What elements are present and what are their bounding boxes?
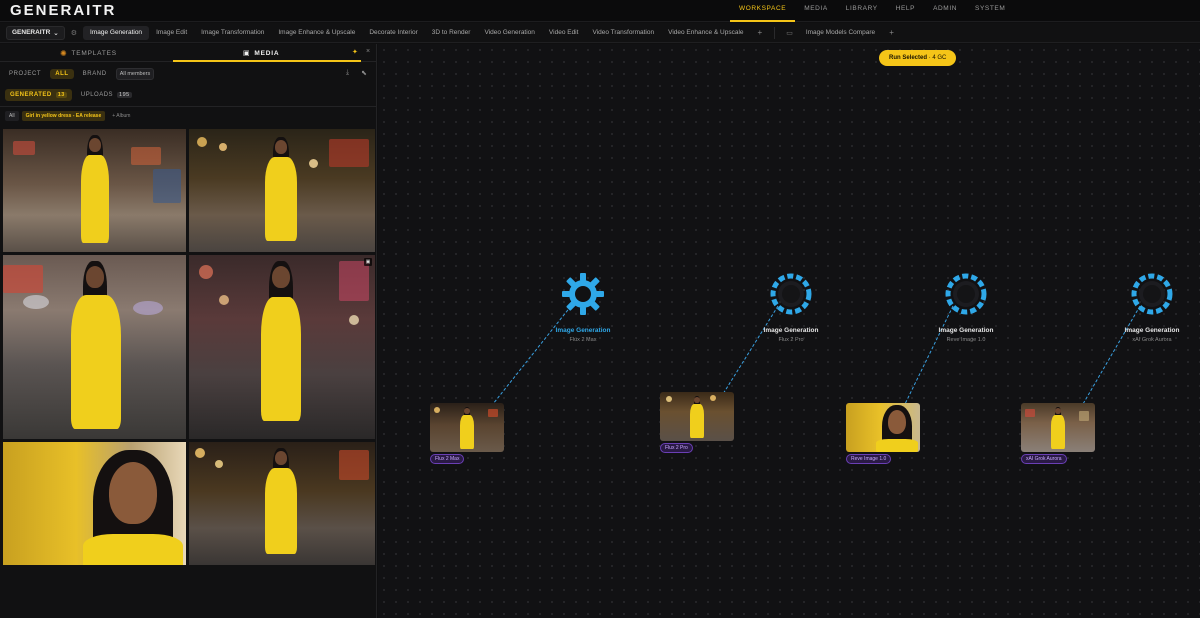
add-album-button[interactable]: + Album [108, 111, 134, 121]
chevron-down-icon: ⌄ [53, 29, 59, 37]
source-uploads-label: UPLOADS [80, 92, 114, 98]
run-cost: · 4 GC [928, 55, 947, 61]
node-image-generation-flux-2-max[interactable]: Image Generation Flux 2 Max [538, 272, 628, 352]
download-icon[interactable]: ⤓ [346, 69, 349, 77]
node-title: Image Generation [555, 327, 611, 334]
output-thumbnail[interactable] [1021, 403, 1095, 452]
output-label[interactable]: xAI Grok Aurora [1021, 454, 1067, 464]
output-label[interactable]: Flux 2 Max [430, 454, 465, 464]
media-thumbnail[interactable] [3, 442, 186, 565]
nav-help[interactable]: HELP [887, 0, 924, 22]
gear-icon[interactable] [769, 272, 813, 316]
node-title: Image Generation [1124, 327, 1180, 334]
tab-templates[interactable]: ✺ TEMPLATES [60, 44, 117, 62]
output-thumbnail[interactable] [430, 403, 504, 452]
members-dropdown[interactable]: All members [115, 68, 155, 80]
nav-admin[interactable]: ADMIN [924, 0, 966, 22]
panel-tabs: ✺ TEMPLATES ▣ MEDIA ✦ × [0, 44, 377, 62]
album-all[interactable]: All [5, 111, 19, 121]
tab-3d-to-render[interactable]: 3D to Render [425, 26, 478, 40]
tab-video-generation[interactable]: Video Generation [477, 26, 541, 40]
tab-video-enhance-upscale[interactable]: Video Enhance & Upscale [661, 26, 750, 40]
compare-icon: ▭ [786, 29, 793, 37]
output-label[interactable]: Flux 2 Pro [660, 443, 693, 453]
album-yellow-dress[interactable]: Girl in yellow dress - EA release [21, 111, 106, 121]
source-generated[interactable]: GENERATED 13 [5, 89, 72, 101]
node-model: Reve Image 1.0 [946, 337, 986, 343]
node-model: Flux 2 Pro [778, 337, 804, 343]
tab-image-models-compare[interactable]: Image Models Compare [799, 26, 882, 40]
scope-brand[interactable]: BRAND [80, 69, 110, 79]
node-image-generation-reve-image[interactable]: Image Generation Reve Image 1.0 [921, 272, 1011, 352]
project-selector[interactable]: GENERAITR ⌄ [6, 25, 65, 40]
node-title: Image Generation [763, 327, 819, 334]
app-logo[interactable]: GENERAITR [10, 2, 116, 19]
add-tab-button[interactable]: + [751, 28, 770, 37]
node-title: Image Generation [938, 327, 994, 334]
media-thumbnail[interactable] [3, 129, 186, 252]
uploads-count: 195 [117, 92, 132, 98]
source-generated-label: GENERATED [10, 92, 52, 98]
nav-workspace[interactable]: WORKSPACE [730, 0, 796, 22]
output-thumbnail[interactable] [660, 392, 734, 441]
workflow-tab-strip: GENERAITR ⌄ ⚙ Image Generation Image Edi… [0, 23, 1200, 43]
tab-decorate-interior[interactable]: Decorate Interior [362, 26, 424, 40]
nav-system[interactable]: SYSTEM [966, 0, 1014, 22]
media-panel: ✺ TEMPLATES ▣ MEDIA ✦ × PROJECT ALL BRAN… [0, 44, 377, 618]
tab-divider [774, 26, 776, 39]
generated-count: 13 [55, 92, 67, 98]
tab-image-transformation[interactable]: Image Transformation [194, 26, 271, 40]
add-compare-tab-button[interactable]: + [882, 28, 901, 37]
run-selected-button[interactable]: Run Selected · 4 GC [879, 50, 957, 66]
scope-project[interactable]: PROJECT [6, 69, 44, 79]
tab-video-edit[interactable]: Video Edit [542, 26, 586, 40]
output-thumbnail[interactable] [846, 403, 920, 452]
scope-all[interactable]: ALL [50, 69, 74, 79]
tab-image-enhance-upscale[interactable]: Image Enhance & Upscale [271, 26, 362, 40]
scope-filter: PROJECT ALL BRAND All members [6, 68, 155, 80]
tab-video-transformation[interactable]: Video Transformation [585, 26, 661, 40]
gear-icon[interactable] [561, 272, 605, 316]
gear-icon[interactable]: ⚙ [71, 29, 77, 37]
tab-image-generation[interactable]: Image Generation [83, 25, 150, 40]
node-image-generation-flux-2-pro[interactable]: Image Generation Flux 2 Pro [746, 272, 836, 352]
main-nav: WORKSPACE MEDIA LIBRARY HELP ADMIN SYSTE… [730, 0, 1014, 22]
cursor-icon[interactable]: ⬉ [361, 69, 367, 77]
gear-icon[interactable] [1130, 272, 1174, 316]
project-name: GENERAITR [12, 29, 51, 36]
nav-library[interactable]: LIBRARY [837, 0, 887, 22]
node-model: xAI Grok Aurora [1132, 337, 1172, 343]
divider [0, 106, 376, 107]
sun-icon: ✺ [60, 48, 68, 58]
output-label[interactable]: Reve Image 1.0 [846, 454, 892, 464]
media-icon: ▣ [243, 50, 251, 57]
run-selected-label: Run Selected [889, 55, 928, 61]
top-navigation-bar: GENERAITR WORKSPACE MEDIA LIBRARY HELP A… [0, 0, 1200, 22]
source-uploads[interactable]: UPLOADS 195 [76, 89, 137, 101]
media-thumbnail[interactable] [189, 129, 375, 252]
pin-icon[interactable]: ✦ [352, 48, 358, 56]
workflow-canvas[interactable]: Run Selected · 4 GC Image Generation Flu… [378, 44, 1200, 618]
media-thumbnail[interactable]: ▣ [189, 255, 375, 439]
media-thumbnail[interactable] [189, 442, 375, 565]
active-tab-indicator [173, 60, 361, 62]
node-image-generation-xai-grok-aurora[interactable]: Image Generation xAI Grok Aurora [1107, 272, 1197, 352]
album-filter: All Girl in yellow dress - EA release + … [5, 111, 134, 121]
close-icon[interactable]: × [366, 48, 370, 55]
nav-media[interactable]: MEDIA [795, 0, 837, 22]
media-thumbnail[interactable] [3, 255, 186, 439]
node-model: Flux 2 Max [569, 337, 597, 343]
tab-image-edit[interactable]: Image Edit [149, 26, 194, 40]
tab-media-label: MEDIA [254, 49, 280, 57]
tab-templates-label: TEMPLATES [71, 49, 117, 57]
gear-icon[interactable] [944, 272, 988, 316]
video-badge-icon: ▣ [364, 258, 372, 266]
source-filter: GENERATED 13 UPLOADS 195 [5, 89, 137, 101]
